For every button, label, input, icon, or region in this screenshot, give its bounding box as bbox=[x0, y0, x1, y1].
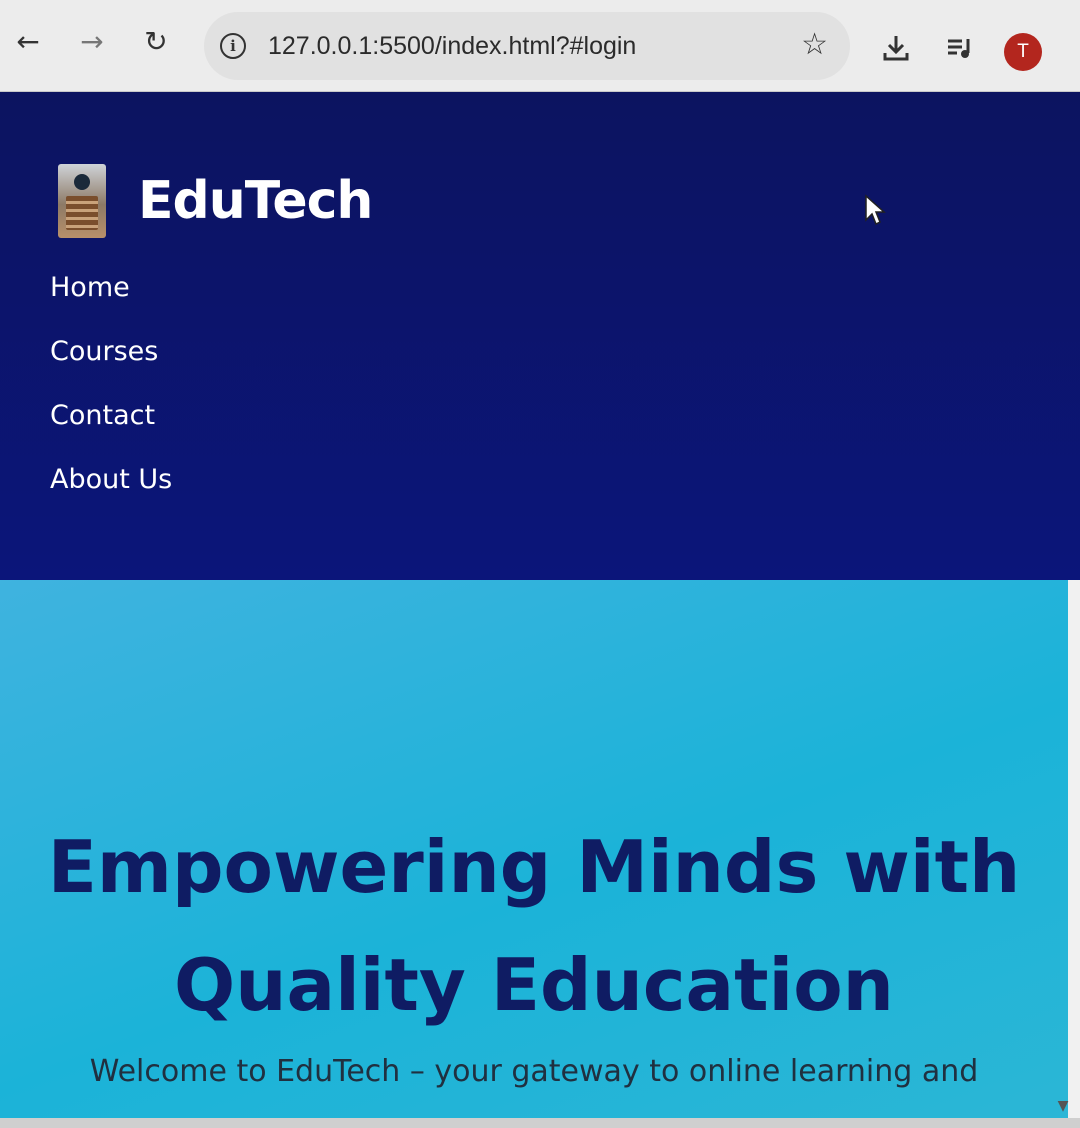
download-icon[interactable] bbox=[878, 30, 914, 66]
brand[interactable]: EduTech bbox=[58, 164, 373, 238]
nav-item-home[interactable]: Home bbox=[50, 268, 172, 332]
brand-logo-image bbox=[58, 164, 106, 238]
site-header: EduTech Home Courses Contact About Us bbox=[0, 92, 1080, 580]
star-icon[interactable]: ☆ bbox=[801, 30, 828, 60]
address-bar[interactable]: i 127.0.0.1:5500/index.html?#login ☆ bbox=[204, 12, 850, 80]
nav-item-about-us[interactable]: About Us bbox=[50, 460, 172, 524]
media-queue-icon[interactable] bbox=[942, 30, 978, 66]
main-nav: Home Courses Contact About Us bbox=[50, 268, 172, 524]
hero-title: Empowering Minds with Quality Education bbox=[47, 825, 1021, 1027]
mouse-pointer-icon bbox=[865, 194, 886, 226]
info-icon[interactable]: i bbox=[220, 33, 246, 59]
nav-item-courses[interactable]: Courses bbox=[50, 332, 172, 396]
hero-subtitle: Welcome to EduTech – your gateway to onl… bbox=[89, 1054, 979, 1089]
avatar[interactable]: T bbox=[1004, 33, 1042, 71]
reload-icon[interactable]: ↻ bbox=[136, 22, 176, 62]
brand-name: EduTech bbox=[138, 171, 373, 231]
url-text[interactable]: 127.0.0.1:5500/index.html?#login bbox=[268, 32, 636, 61]
arrow-left-icon[interactable]: ← bbox=[8, 22, 48, 62]
nav-item-contact[interactable]: Contact bbox=[50, 396, 172, 460]
scroll-down-icon[interactable]: ▼ bbox=[1050, 1098, 1076, 1114]
screen-bezel bbox=[0, 1118, 1080, 1128]
scrollbar[interactable] bbox=[1068, 580, 1080, 1118]
arrow-right-icon[interactable]: → bbox=[72, 22, 112, 62]
browser-toolbar: ← → ↻ i 127.0.0.1:5500/index.html?#login… bbox=[0, 0, 1080, 92]
hero-section: Empowering Minds with Quality Education … bbox=[0, 580, 1068, 1118]
web-page: EduTech Home Courses Contact About Us Em… bbox=[0, 92, 1080, 1118]
